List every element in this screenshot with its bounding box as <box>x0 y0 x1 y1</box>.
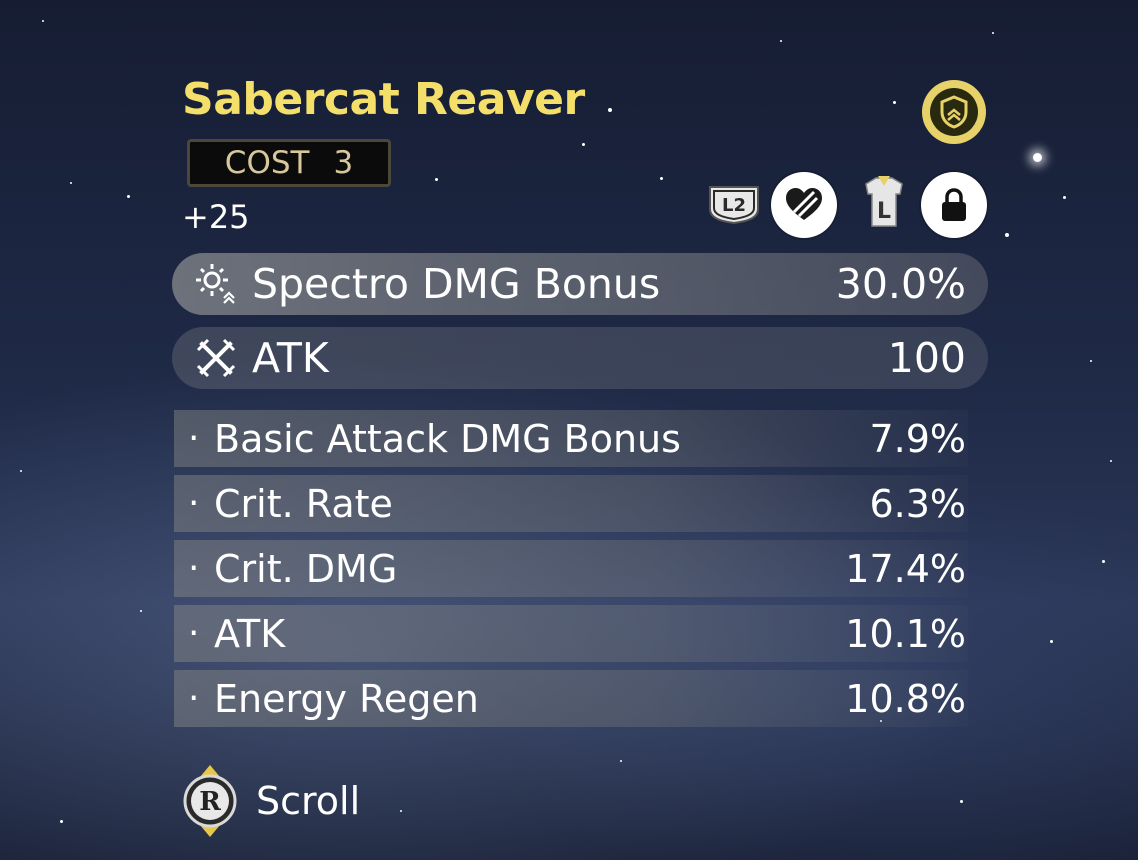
equipped-shirt-icon: L <box>860 172 908 230</box>
main-stat-row: Spectro DMG Bonus 30.0% <box>172 253 988 315</box>
r-stick-icon: R <box>180 764 240 838</box>
main-stat-label: Spectro DMG Bonus <box>252 260 661 308</box>
main-stat-row: ATK 100 <box>172 327 988 389</box>
broken-heart-icon <box>786 188 822 220</box>
sub-stat-value: 17.4% <box>845 546 966 591</box>
echo-name: Sabercat Reaver <box>182 74 585 125</box>
equip-mark-text: L <box>877 199 891 224</box>
sub-stat-row: · Crit. DMG 17.4% <box>174 540 968 597</box>
sub-stat-value: 6.3% <box>869 481 966 526</box>
sub-stat-bullet: · <box>188 613 200 654</box>
sub-stat-label: Crit. DMG <box>214 546 398 591</box>
sub-stat-bullet: · <box>188 418 200 459</box>
sub-stat-label: Crit. Rate <box>214 481 393 526</box>
shield-icon <box>930 88 978 136</box>
discard-toggle-button[interactable] <box>771 172 837 238</box>
cost-badge: COST 3 <box>187 139 391 187</box>
scroll-hint[interactable]: R Scroll <box>180 764 360 838</box>
sub-stat-value: 10.8% <box>845 676 966 721</box>
shield-badge-button[interactable] <box>922 80 986 144</box>
sub-stat-value: 7.9% <box>869 416 966 461</box>
sub-stat-label: Basic Attack DMG Bonus <box>214 416 681 461</box>
atk-sword-icon <box>190 335 242 381</box>
main-stat-label: ATK <box>252 334 329 382</box>
sub-stat-row: · Crit. Rate 6.3% <box>174 475 968 532</box>
scroll-key-text: R <box>199 787 221 817</box>
sub-stat-label: Energy Regen <box>214 676 479 721</box>
scroll-label: Scroll <box>256 779 361 823</box>
tune-level-text: L2 <box>722 195 746 216</box>
sub-stat-row: · Basic Attack DMG Bonus 7.9% <box>174 410 968 467</box>
sub-stat-label: ATK <box>214 611 286 656</box>
cost-value: 3 <box>333 145 354 181</box>
sub-stat-bullet: · <box>188 548 200 589</box>
sub-stat-bullet: · <box>188 678 200 719</box>
lock-icon <box>942 188 966 221</box>
lock-toggle-button[interactable] <box>921 172 987 238</box>
tune-level-icon: L2 <box>706 183 762 225</box>
sub-stat-bullet: · <box>188 483 200 524</box>
echo-level: +25 <box>182 198 250 236</box>
sub-stat-row: · ATK 10.1% <box>174 605 968 662</box>
cost-label: COST <box>224 145 310 181</box>
main-stat-value: 100 <box>887 334 966 382</box>
main-stat-value: 30.0% <box>835 260 966 308</box>
sub-stat-value: 10.1% <box>845 611 966 656</box>
spectro-icon <box>190 261 242 307</box>
sub-stat-row: · Energy Regen 10.8% <box>174 670 968 727</box>
